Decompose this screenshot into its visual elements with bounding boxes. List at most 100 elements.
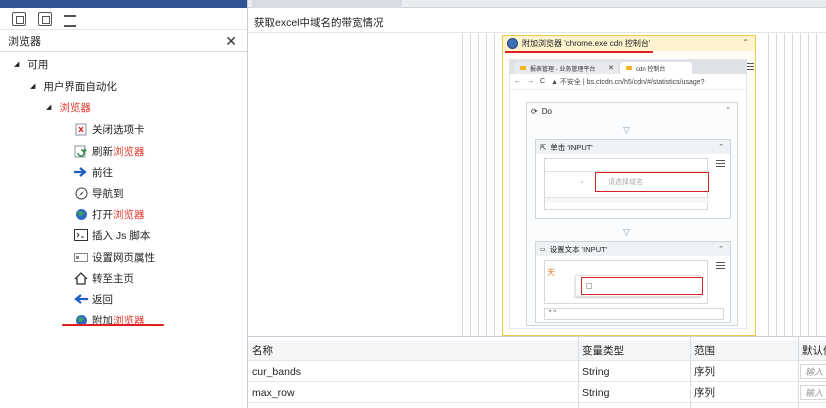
tree-node-browser[interactable]: ◢ 浏览器 [46,97,91,117]
flow-arrow-icon: ▽ [623,227,630,237]
guide-line [816,33,817,336]
variable-name[interactable]: max_row [248,382,578,403]
terminal-icon [74,228,88,242]
table-row[interactable]: max_row String 序列 输入 [248,382,826,403]
flow-arrow-icon: ▽ [623,125,630,135]
collapse-caret-icon[interactable]: ⌃ [718,245,724,253]
title-divider [248,32,826,33]
browser-tab-label: 报表管理 - 业务管理平台 [530,66,596,73]
screenshot-text: 天 [547,268,555,277]
collapse-caret-icon[interactable]: ⌃ [742,38,749,47]
attach-browser-label: 附加浏览器 'chrome.exe cdn 控制台' [522,39,651,48]
click-activity-label: 单击 'INPUT' [550,142,593,152]
activity-menu-icon[interactable] [716,262,725,269]
globe-icon [74,207,88,221]
target-highlight: 请选择域名 [595,172,709,192]
tree-node-label: 浏览器 [59,101,91,114]
collapse-triangle-icon[interactable]: ◢ [46,103,51,111]
attach-browser-header[interactable]: 附加浏览器 'chrome.exe cdn 控制台' ⌃ [503,36,755,51]
guide-line [776,33,777,336]
activity-label: 打开 [92,208,113,221]
checkbox-icon [586,283,592,289]
tree-node-ui-automation[interactable]: ◢ 用户界面自动化 [30,76,117,96]
refresh-page-icon [74,144,88,158]
header-name[interactable]: 名称 [248,340,578,361]
activity-set-web-attribute[interactable]: 设置网页属性 [74,247,155,267]
panel-toolbar [0,8,247,30]
browser-tab: 报表管理 - 业务管理平台 ✕ [514,62,618,74]
attach-browser-activity[interactable]: 附加浏览器 'chrome.exe cdn 控制台' ⌃ 报表管理 - 业务管理… [502,35,756,336]
workflow-designer: 获取excel中域名的带宽情况 附加浏览器 'chrome.exe cdn 控制… [248,8,826,336]
close-tab-icon [74,122,88,136]
filter-icon[interactable] [64,12,78,27]
annotation-underline [62,324,164,326]
do-header[interactable]: ⟳ Do ⌃ [527,103,737,119]
table-row[interactable]: cur_bands String 序列 输入 [248,361,826,382]
variable-type[interactable]: String [578,382,690,403]
click-activity[interactable]: ⇱ 单击 'INPUT' ⌃ ⌄ 请选择域名 [535,139,731,219]
collapse-caret-icon[interactable]: ⌃ [718,143,724,151]
activity-go-home[interactable]: 转至主页 [74,268,134,288]
collapse-caret-icon[interactable]: ⌃ [725,106,731,114]
activity-label: 刷新 [92,145,113,158]
expand-all-icon[interactable] [12,11,26,26]
variable-name[interactable]: cur_bands [248,361,578,382]
activities-panel: 浏览器 ✕ ◢ 可用 ◢ 用户界面自动化 ◢ 浏览器 关闭选项卡 刷新浏览器 [0,0,248,408]
column-divider[interactable] [690,336,691,408]
globe-icon [507,38,518,49]
element-screenshot: ⌄ 请选择域名 [544,158,709,210]
guide-line [478,33,479,336]
activity-close-tab[interactable]: 关闭选项卡 [74,119,145,139]
activity-search-input[interactable]: 浏览器 ✕ [0,30,247,52]
clear-search-icon[interactable]: ✕ [225,33,237,50]
default-value-input[interactable]: 输入 [800,364,826,379]
document-tab[interactable] [252,0,402,8]
activity-label: 转至主页 [92,272,134,285]
column-divider[interactable] [798,336,799,408]
cursor-icon: ⇱ [540,142,547,152]
variables-header-row: 名称 变量类型 范围 默认值 [248,340,826,361]
tree-node-available[interactable]: ◢ 可用 [14,54,48,74]
arrow-right-icon [74,165,88,179]
header-default[interactable]: 默认值 [798,340,826,361]
header-type[interactable]: 变量类型 [578,340,690,361]
browser-screenshot: 报表管理 - 业务管理平台 ✕ cdn 控制台 ← → C ▲ 不安全 | bs… [509,59,747,329]
activity-inject-js[interactable]: 插入 Js 脚本 [74,225,150,245]
panel-title-bar [0,0,247,8]
activity-go-back[interactable]: 返回 [74,289,113,309]
target-placeholder: 请选择域名 [608,179,643,186]
collapse-triangle-icon[interactable]: ◢ [30,82,35,90]
text-value-input[interactable]: " " [544,308,724,320]
activity-attach-browser[interactable]: 附加 浏览器 [74,310,145,330]
default-value-input[interactable]: 输入 [800,385,826,400]
set-text-activity[interactable]: ▭ 设置文本 'INPUT' ⌃ 天 " " [535,241,731,323]
variable-scope[interactable]: 序列 [690,361,798,382]
activity-label: 插入 Js 脚本 [92,229,151,242]
set-text-activity-label: 设置文本 'INPUT' [549,244,608,254]
variable-type[interactable]: String [578,361,690,382]
browser-tab-active: cdn 控制台 [620,62,692,74]
activity-go-forward[interactable]: 前往 [74,162,113,182]
arrow-left-icon [74,292,88,306]
folder-icon [520,66,526,70]
collapse-all-icon[interactable] [38,11,52,26]
browser-tab-label: cdn 控制台 [636,66,666,73]
activity-open-browser[interactable]: 打开 浏览器 [74,204,145,224]
activity-navigate-to[interactable]: 导航到 [74,183,124,203]
reload-icon: C [540,78,546,85]
guide-line [470,33,471,336]
do-sequence[interactable]: ⟳ Do ⌃ ▽ ⇱ 单击 'INPUT' ⌃ ⌄ 请选择域名 ▽ ▭ 设置文本… [526,102,738,326]
variable-scope[interactable]: 序列 [690,382,798,403]
click-activity-header[interactable]: ⇱ 单击 'INPUT' ⌃ [536,140,730,154]
set-text-activity-header[interactable]: ▭ 设置文本 'INPUT' ⌃ [536,242,730,256]
activity-menu-icon[interactable] [716,160,725,167]
activity-label: 返回 [92,293,113,306]
tree-node-label: 可用 [27,58,49,71]
guide-line [462,33,463,336]
cloud-icon [626,66,632,70]
variables-panel: 名称 变量类型 范围 默认值 cur_bands String 序列 输入 ma… [248,336,826,408]
activity-refresh-browser[interactable]: 刷新 浏览器 [74,141,145,161]
collapse-triangle-icon[interactable]: ◢ [14,60,19,68]
column-divider[interactable] [578,336,579,408]
header-scope[interactable]: 范围 [690,340,798,361]
